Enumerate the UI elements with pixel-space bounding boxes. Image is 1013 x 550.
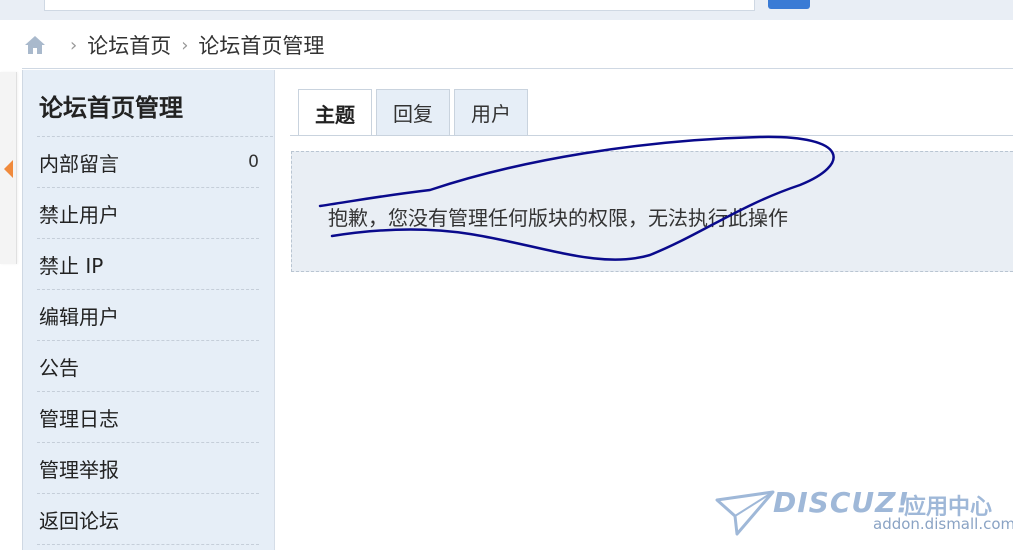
paper-plane-icon [715, 490, 775, 536]
breadcrumb: › 论坛首页 › 论坛首页管理 [24, 30, 324, 60]
tab-bar: 主题 回复 用户 [298, 89, 532, 136]
chevron-right-icon: › [181, 34, 189, 56]
tab-replies[interactable]: 回复 [376, 89, 450, 135]
sidebar-item-edit-user[interactable]: 编辑用户 [37, 290, 259, 341]
header-divider [22, 68, 1013, 69]
sidebar-menu: 内部留言 0 禁止用户 禁止 IP 编辑用户 公告 管理日志 管理举报 返回论坛 [37, 137, 259, 545]
tab-threads[interactable]: 主题 [298, 89, 372, 136]
sidebar-title: 论坛首页管理 [39, 94, 183, 122]
sidebar-item-reports[interactable]: 管理举报 [37, 443, 259, 494]
permission-denied-message: 抱歉，您没有管理任何版块的权限，无法执行此操作 [328, 206, 788, 230]
sidebar-item-ban-user[interactable]: 禁止用户 [37, 188, 259, 239]
sidebar-item-label: 禁止 IP [39, 253, 104, 278]
sidebar-item-label: 管理日志 [39, 406, 119, 431]
tab-users[interactable]: 用户 [454, 89, 528, 135]
sidebar-collapse-toggle[interactable] [0, 72, 17, 264]
sidebar-item-label: 禁止用户 [39, 202, 119, 227]
sidebar-item-label: 管理举报 [39, 457, 119, 482]
sidebar-item-mod-log[interactable]: 管理日志 [37, 392, 259, 443]
sidebar-item-label: 公告 [39, 355, 79, 380]
sidebar-item-announcement[interactable]: 公告 [37, 341, 259, 392]
sidebar-item-label: 内部留言 [39, 151, 119, 176]
search-type-select[interactable] [664, 0, 755, 11]
sidebar-item-internal-messages[interactable]: 内部留言 0 [37, 137, 259, 188]
message-count-badge: 0 [248, 152, 259, 172]
sidebar-item-label: 编辑用户 [39, 304, 119, 329]
home-icon[interactable] [24, 34, 46, 56]
tab-bar-divider [290, 135, 1013, 136]
watermark: DISCUZ! 应用中心 addon.dismall.com [715, 486, 1013, 546]
arrow-left-icon [4, 160, 13, 178]
top-search-bar [0, 0, 1013, 20]
breadcrumb-link-forum-home[interactable]: 论坛首页 [87, 30, 171, 60]
sidebar-item-back-to-forum[interactable]: 返回论坛 [37, 494, 259, 545]
search-input[interactable] [44, 0, 666, 11]
breadcrumb-current: 论坛首页管理 [198, 34, 325, 58]
search-button[interactable] [768, 0, 810, 9]
notice-panel: 抱歉，您没有管理任何版块的权限，无法执行此操作 [291, 151, 1013, 272]
sidebar: 论坛首页管理 内部留言 0 禁止用户 禁止 IP 编辑用户 公告 管理日志 管理… [22, 70, 275, 550]
sidebar-item-label: 返回论坛 [39, 508, 119, 533]
chevron-right-icon: › [70, 34, 78, 56]
watermark-url: addon.dismall.com [873, 515, 1013, 533]
sidebar-item-ban-ip[interactable]: 禁止 IP [37, 239, 259, 290]
